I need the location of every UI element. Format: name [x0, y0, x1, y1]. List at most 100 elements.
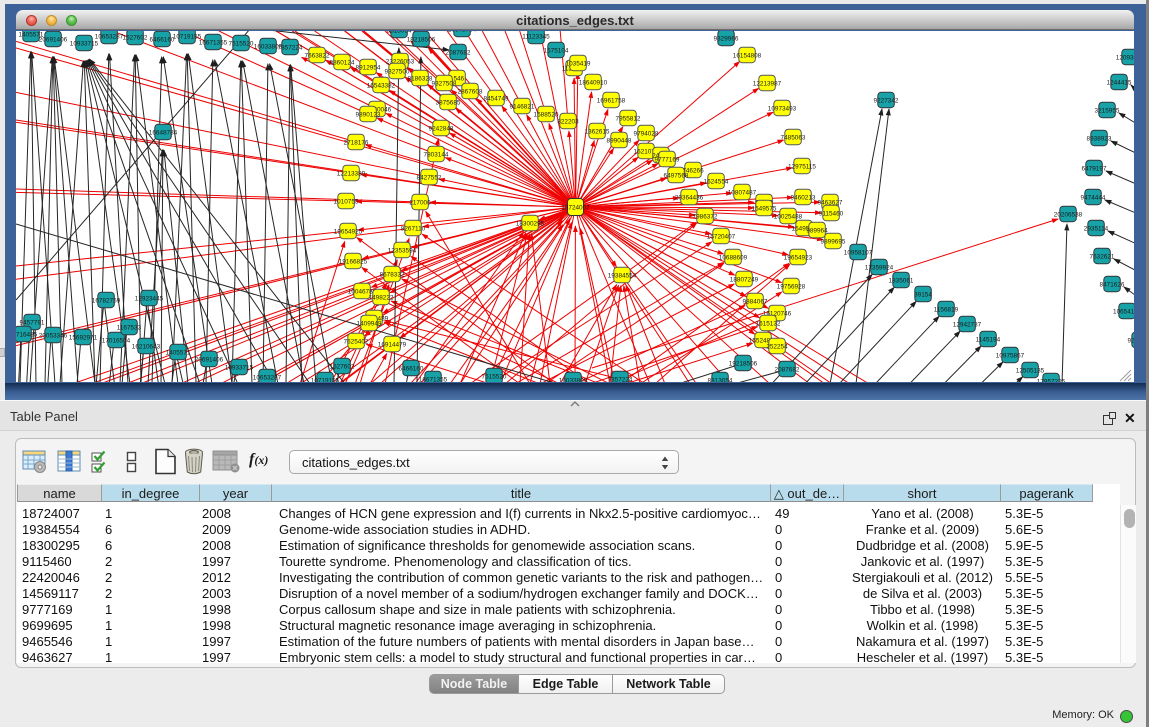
svg-text:39154: 39154: [914, 292, 932, 299]
svg-text:16671355: 16671355: [199, 40, 228, 47]
svg-text:9245652: 9245652: [1128, 338, 1134, 345]
svg-text:19654925: 19654925: [334, 229, 363, 236]
svg-text:822203: 822203: [557, 119, 579, 126]
svg-text:18724007: 18724007: [561, 205, 590, 212]
svg-text:8471626: 8471626: [1100, 282, 1125, 289]
svg-text:16210643: 16210643: [132, 344, 161, 351]
svg-text:10025488: 10025488: [774, 214, 803, 221]
svg-text:10933715: 10933715: [225, 365, 254, 372]
svg-text:7515520: 7515520: [482, 374, 507, 381]
svg-text:12975115: 12975115: [788, 164, 816, 171]
svg-text:20206538: 20206538: [1054, 212, 1083, 219]
svg-text:7515520: 7515520: [229, 41, 254, 48]
svg-text:15692971: 15692971: [69, 335, 98, 342]
svg-text:8813054: 8813054: [708, 378, 733, 383]
svg-text:16033809: 16033809: [559, 378, 588, 383]
svg-text:18807249: 18807249: [730, 277, 759, 284]
svg-text:16648784: 16648784: [149, 130, 178, 137]
svg-text:7803144: 7803144: [424, 152, 449, 159]
svg-text:16648784: 16648784: [448, 31, 477, 34]
svg-text:12353594: 12353594: [388, 248, 417, 255]
svg-text:7986372: 7986372: [693, 214, 718, 221]
svg-text:10975867: 10975867: [996, 353, 1025, 360]
svg-text:8990448: 8990448: [607, 138, 632, 145]
svg-text:8267110: 8267110: [401, 226, 426, 233]
svg-text:10688609: 10688609: [719, 255, 748, 262]
svg-text:9242848: 9242848: [429, 126, 454, 133]
svg-text:1244415: 1244415: [1107, 80, 1132, 87]
svg-text:19654923: 19654923: [784, 255, 813, 262]
svg-text:1575104: 1575104: [544, 48, 569, 55]
svg-text:16914479: 16914479: [378, 342, 407, 349]
svg-text:19166825: 19166825: [339, 259, 368, 266]
svg-text:19384554: 19384554: [608, 273, 637, 280]
svg-text:6479197: 6479197: [1082, 166, 1107, 173]
svg-text:7632621: 7632621: [1090, 254, 1115, 261]
svg-text:1167533: 1167533: [117, 325, 142, 332]
svg-text:1362615: 1362615: [585, 129, 610, 136]
svg-text:989964: 989964: [806, 228, 828, 235]
svg-text:20691406: 20691406: [195, 357, 224, 364]
svg-text:1615132: 1615132: [756, 321, 781, 328]
svg-text:10653287: 10653287: [95, 34, 124, 41]
svg-text:1498222: 1498222: [369, 295, 394, 302]
svg-text:1549575: 1549575: [752, 206, 777, 213]
svg-text:1624554: 1624554: [704, 179, 729, 186]
svg-text:20053346: 20053346: [39, 333, 68, 340]
svg-text:12093822: 12093822: [1116, 55, 1134, 62]
svg-text:2087682: 2087682: [446, 50, 471, 57]
svg-text:1835061: 1835061: [889, 278, 914, 285]
svg-text:10807487: 10807487: [728, 190, 757, 197]
svg-text:9146821: 9146821: [510, 104, 535, 111]
svg-text:12923445: 12923445: [135, 296, 164, 303]
svg-text:20364436: 20364436: [675, 195, 704, 202]
svg-text:1405571: 1405571: [166, 350, 191, 357]
svg-text:9327500: 9327500: [385, 69, 410, 76]
svg-text:10958107: 10958107: [844, 250, 873, 257]
svg-text:6466160: 6466160: [150, 37, 175, 44]
svg-text:16671355: 16671355: [419, 377, 448, 383]
svg-text:7663822: 7663822: [305, 53, 330, 60]
svg-text:9777169: 9777169: [655, 157, 680, 164]
svg-text:8938923: 8938923: [1087, 136, 1112, 143]
svg-text:8678332: 8678332: [380, 272, 405, 279]
svg-text:8427552: 8427552: [417, 175, 442, 182]
svg-text:10719155: 10719155: [173, 34, 202, 41]
svg-text:252254: 252254: [766, 344, 788, 351]
svg-text:1035419: 1035419: [566, 61, 591, 68]
svg-text:19218506: 19218506: [407, 37, 436, 44]
svg-text:7485063: 7485063: [781, 135, 806, 142]
svg-text:18640910: 18640910: [579, 80, 608, 87]
svg-text:9457791: 9457791: [20, 320, 45, 327]
svg-text:2087682: 2087682: [775, 367, 800, 374]
svg-text:9890123: 9890123: [356, 112, 381, 119]
svg-text:2867608: 2867608: [458, 89, 483, 96]
svg-text:3875685: 3875685: [436, 100, 461, 107]
svg-text:7357224: 7357224: [608, 377, 633, 383]
svg-text:10933715: 10933715: [70, 41, 99, 48]
svg-text:10973493: 10973493: [768, 106, 797, 113]
svg-text:7357224: 7357224: [278, 45, 303, 52]
svg-text:12505135: 12505135: [1016, 368, 1045, 375]
svg-text:9794028: 9794028: [634, 131, 659, 138]
svg-text:9115460: 9115460: [819, 211, 844, 218]
svg-text:7625402: 7625402: [344, 339, 369, 346]
svg-text:15720407: 15720407: [707, 234, 736, 241]
svg-text:17016504: 17016504: [102, 338, 131, 345]
svg-text:12942737: 12942737: [953, 322, 982, 329]
svg-text:11123345: 11123345: [522, 34, 550, 41]
svg-text:16154808: 16154808: [733, 53, 762, 60]
svg-text:20691406: 20691406: [39, 37, 68, 44]
svg-text:9227342: 9227342: [874, 98, 899, 105]
svg-text:12213987: 12213987: [753, 81, 782, 88]
svg-text:1527602: 1527602: [330, 364, 355, 371]
svg-text:1145194: 1145194: [976, 337, 1001, 344]
svg-text:9329966: 9329966: [714, 36, 739, 43]
svg-text:1010755: 1010755: [334, 199, 359, 206]
svg-text:9474444: 9474444: [1081, 195, 1106, 202]
svg-text:15716485: 15716485: [16, 332, 38, 339]
svg-text:16782759: 16782759: [92, 298, 121, 305]
svg-text:8813054: 8813054: [387, 31, 412, 35]
svg-text:6497568: 6497568: [664, 173, 689, 180]
svg-text:17359924: 17359924: [865, 265, 894, 272]
